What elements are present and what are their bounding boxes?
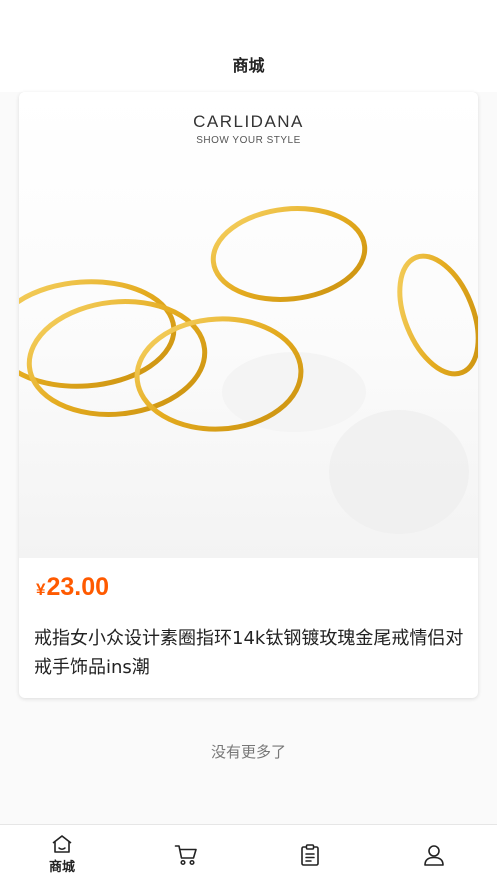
ring — [210, 206, 368, 302]
app-root: 商城 CARLIDANA SHOW YOUR STYLE ¥23.00 戒指女小… — [0, 0, 497, 883]
product-card[interactable]: CARLIDANA SHOW YOUR STYLE ¥23.00 戒指女小众设计… — [19, 92, 478, 698]
product-title[interactable]: 戒指女小众设计素圈指环14k钛钢镀玫瑰金尾戒情侣对戒手饰品ins潮 — [34, 624, 464, 682]
product-price: ¥23.00 — [36, 573, 109, 602]
tab-profile[interactable] — [372, 825, 496, 883]
cart-icon — [174, 845, 197, 866]
bottom-tab-bar: 商城 — [0, 824, 497, 883]
top-bar: 商城 — [0, 0, 497, 92]
rings-illustration — [19, 206, 478, 534]
page-title: 商城 — [232, 56, 265, 75]
no-more-text: 没有更多了 — [210, 743, 286, 761]
ring — [397, 253, 478, 377]
product-image[interactable]: CARLIDANA SHOW YOUR STYLE — [19, 92, 478, 558]
ring — [26, 299, 208, 417]
price-amount: 23.00 — [46, 573, 110, 601]
tab-label: 商城 — [48, 860, 75, 875]
orders-icon — [301, 844, 319, 866]
user-icon — [424, 845, 444, 866]
home-icon — [52, 835, 72, 853]
currency-symbol: ¥ — [36, 580, 46, 599]
tab-cart[interactable] — [124, 825, 248, 883]
tab-home[interactable]: 商城 — [0, 825, 124, 883]
tab-orders[interactable] — [248, 825, 372, 883]
